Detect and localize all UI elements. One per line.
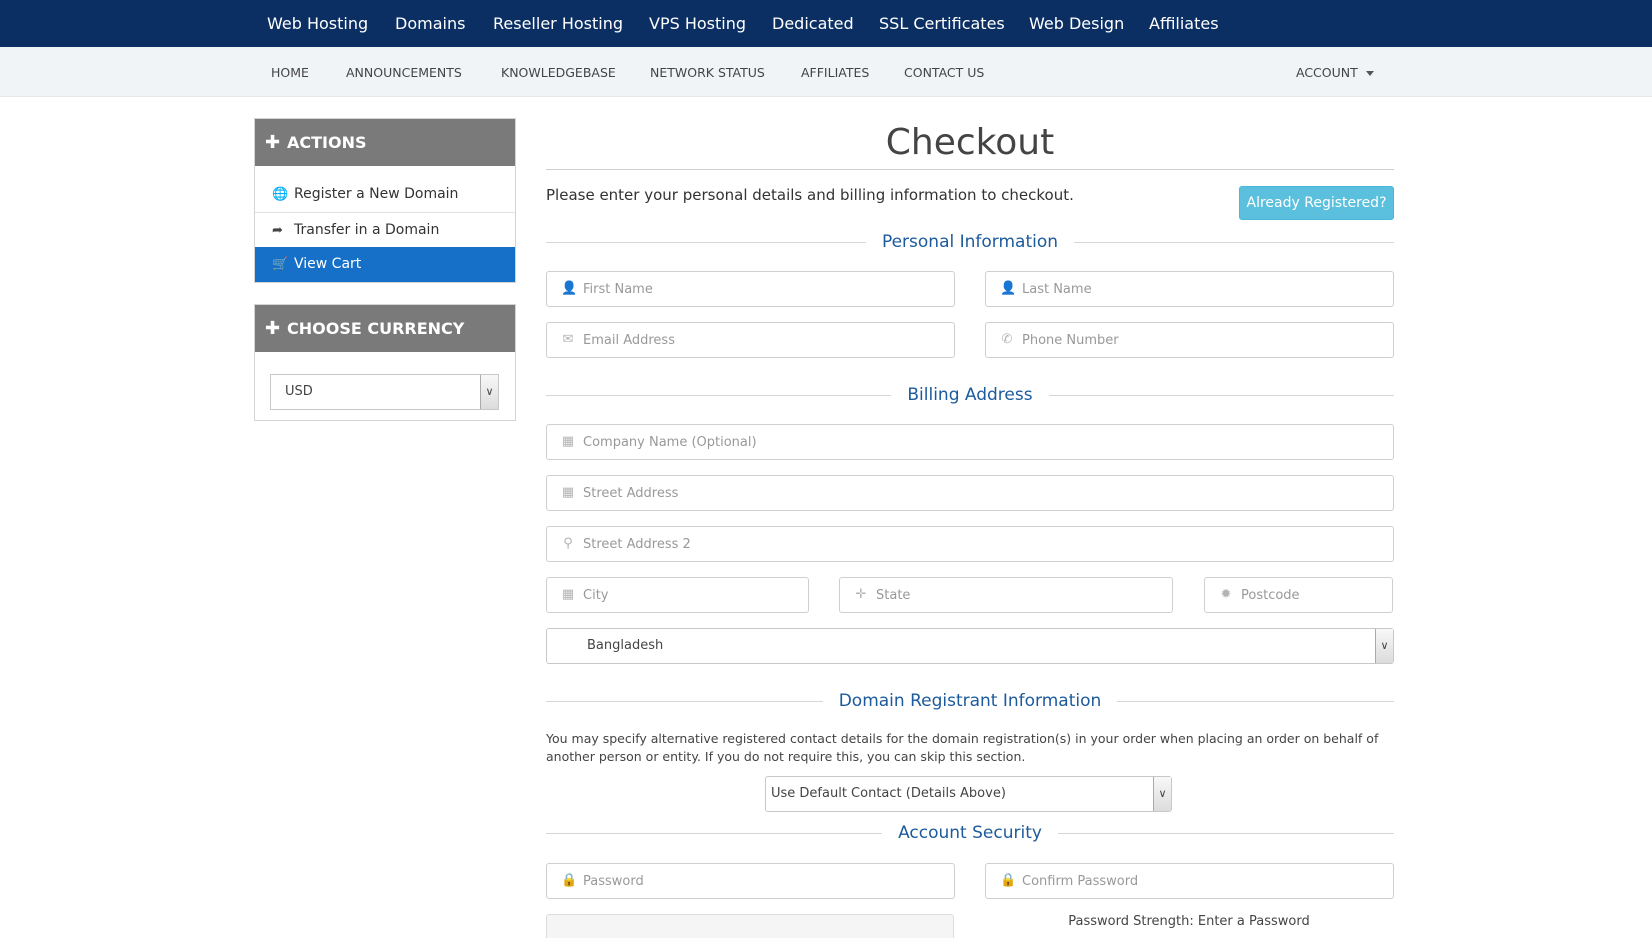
account-dropdown[interactable]: Account [1296,65,1374,81]
registrant-title: Domain Registrant Information [822,691,1118,711]
password-field[interactable]: 🔒 [546,863,955,899]
caret-down-icon [1365,71,1374,76]
email-field[interactable]: ✉ [546,322,955,358]
actions-panel: ✚ ACTIONS 🌐 Register a New Domain ➦ Transfe… [254,118,516,283]
subnav-network-status[interactable]: Network Status [650,65,765,81]
actions-panel-header[interactable]: ✚ ACTIONS [255,119,515,166]
user-icon: 👤 [1000,281,1017,296]
phone-field[interactable]: ✆ [985,322,1394,358]
subnav-contact-us[interactable]: Contact Us [904,65,984,81]
topnav-reseller-hosting[interactable]: Reseller Hosting [493,13,623,35]
plus-icon: ✚ [265,318,281,339]
street-address-2-field[interactable]: ⚲ [546,526,1394,562]
cart-icon: 🛒 [272,257,289,272]
sidebar-item-register-domain[interactable]: 🌐 Register a New Domain [255,177,515,212]
country-select[interactable]: Bangladesh ∨ [546,628,1394,664]
postcode-field[interactable]: ✹ [1204,577,1393,613]
sidebar-item-label: Register a New Domain [294,186,459,202]
topnav-affiliates[interactable]: Affiliates [1149,13,1219,35]
sidebar-item-transfer-domain[interactable]: ➦ Transfer in a Domain [255,212,515,247]
company-input[interactable] [583,425,1385,459]
subnav-affiliates[interactable]: Affiliates [801,65,869,81]
sidebar-item-label: View Cart [294,256,362,272]
plus-icon: ✚ [265,132,281,153]
street-address-input[interactable] [583,476,1385,510]
personal-info-heading: Personal Information [546,230,1394,254]
billing-address-title: Billing Address [891,385,1049,405]
registrant-contact-value: Use Default Contact (Details Above) [771,786,1006,801]
sidebar-item-label: Transfer in a Domain [294,222,440,238]
city-input[interactable] [583,578,800,612]
globe-icon: 🌐 [272,187,289,202]
building-icon: ▦ [561,485,575,500]
panel-spacer [255,166,515,177]
topnav-web-design[interactable]: Web Design [1029,13,1124,35]
building-icon: ▦ [561,434,575,449]
page-title: Checkout [885,122,1055,163]
first-name-field[interactable]: 👤 [546,271,955,307]
state-field[interactable]: ✛ [839,577,1173,613]
password-strength-bar [546,914,954,938]
building-icon: ▦ [561,587,575,602]
first-name-input[interactable] [583,272,946,306]
password-input[interactable] [583,864,946,898]
confirm-password-input[interactable] [1022,864,1385,898]
signpost-icon: ✛ [855,587,867,602]
email-input[interactable] [583,323,946,357]
currency-panel: ✚ CHOOSE CURRENCY USD ∨ [254,304,516,421]
topnav-dedicated[interactable]: Dedicated [772,13,854,35]
state-input[interactable] [876,578,1164,612]
chevron-down-icon: ∨ [480,375,498,409]
actions-title: ACTIONS [287,133,367,152]
registrant-description: You may specify alternative registered c… [546,731,1379,764]
registrant-heading: Domain Registrant Information [546,689,1394,713]
certificate-icon: ✹ [1220,587,1232,602]
last-name-field[interactable]: 👤 [985,271,1394,307]
subnav-home[interactable]: Home [271,65,309,81]
user-icon: 👤 [561,281,578,296]
country-value: Bangladesh [587,638,664,653]
currency-value: USD [285,384,313,399]
envelope-icon: ✉ [562,332,574,347]
subnav-announcements[interactable]: Announcements [346,65,462,81]
topnav-web-hosting[interactable]: Web Hosting [267,13,368,35]
lock-icon: 🔒 [561,873,578,888]
map-marker-icon: ⚲ [563,536,573,551]
password-strength-text: Password Strength: Enter a Password [1068,914,1310,929]
subnav-knowledgebase[interactable]: Knowledgebase [501,65,616,81]
phone-input[interactable] [1022,323,1385,357]
billing-address-heading: Billing Address [546,383,1394,407]
checkout-intro: Please enter your personal details and b… [546,186,1074,204]
already-registered-button[interactable]: Already Registered? [1239,186,1394,220]
phone-icon: ✆ [1001,332,1013,347]
currency-select[interactable]: USD ∨ [270,374,499,410]
top-navigation: Web Hosting Domains Reseller Hosting VPS… [0,0,1652,47]
chevron-down-icon: ∨ [1375,629,1393,663]
account-label: Account [1296,65,1358,80]
currency-title: CHOOSE CURRENCY [287,319,465,338]
postcode-input[interactable] [1241,578,1384,612]
account-security-heading: Account Security [546,821,1394,845]
currency-panel-header[interactable]: ✚ CHOOSE CURRENCY [255,305,515,352]
registrant-contact-select[interactable]: Use Default Contact (Details Above) ∨ [765,776,1172,812]
city-field[interactable]: ▦ [546,577,809,613]
account-security-title: Account Security [882,823,1058,843]
personal-info-title: Personal Information [865,232,1075,252]
street-address-field[interactable]: ▦ [546,475,1394,511]
share-icon: ➦ [272,223,283,238]
topnav-ssl-certificates[interactable]: SSL Certificates [879,13,1005,35]
street-address-2-input[interactable] [583,527,1385,561]
confirm-password-field[interactable]: 🔒 [985,863,1394,899]
title-divider [546,169,1394,170]
last-name-input[interactable] [1022,272,1385,306]
sidebar-item-view-cart[interactable]: 🛒 View Cart [255,247,515,282]
lock-icon: 🔒 [1000,873,1017,888]
secondary-navigation: Home Announcements Knowledgebase Network… [0,47,1652,97]
company-field[interactable]: ▦ [546,424,1394,460]
topnav-domains[interactable]: Domains [395,13,465,35]
topnav-vps-hosting[interactable]: VPS Hosting [649,13,746,35]
chevron-down-icon: ∨ [1153,777,1171,811]
